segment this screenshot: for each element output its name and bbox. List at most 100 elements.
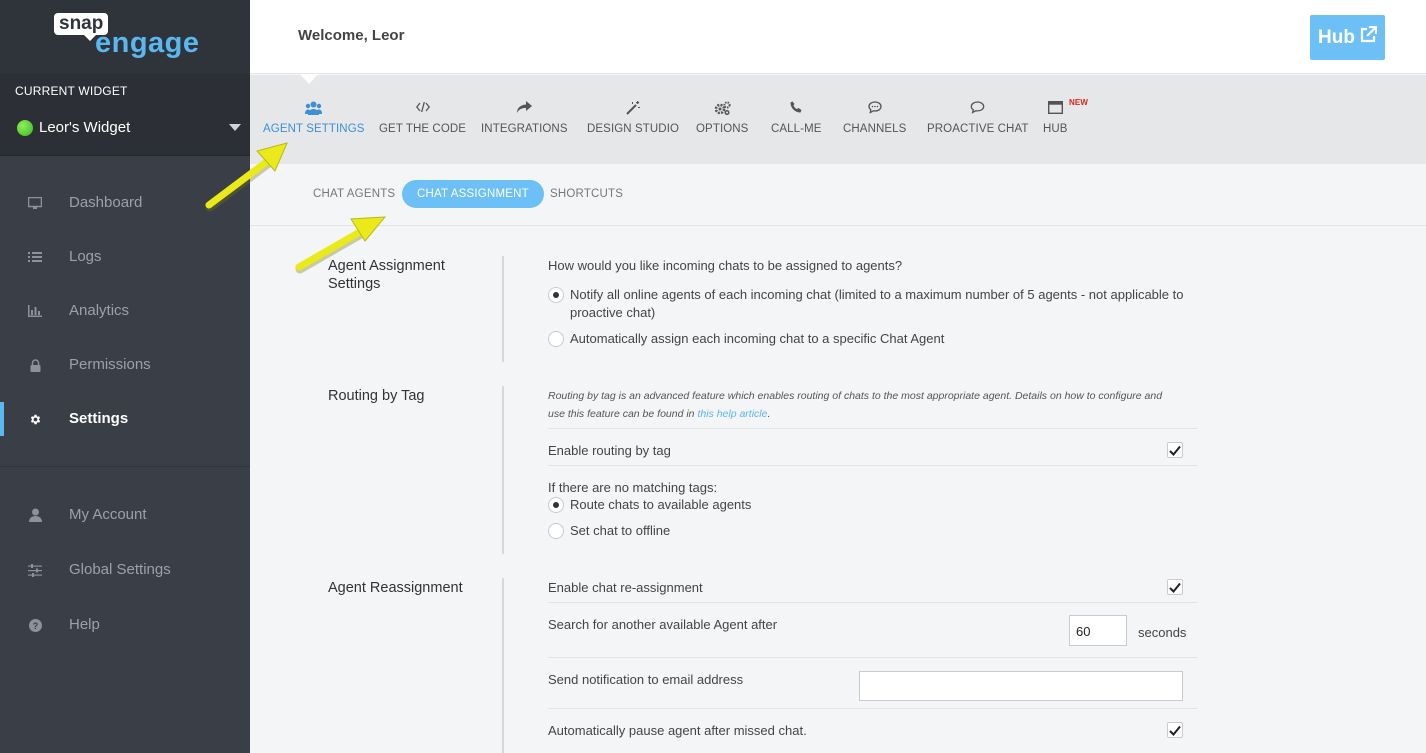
routing-option-set-offline[interactable]: Set chat to offline — [548, 522, 670, 540]
section-title-agent-reassignment: Agent Reassignment — [328, 580, 463, 596]
svg-text:?: ? — [32, 621, 38, 631]
assignment-option-notify-all[interactable]: Notify all online agents of each incomin… — [548, 286, 1184, 322]
welcome-text: Welcome, Leor — [298, 27, 405, 44]
section-divider — [502, 386, 504, 554]
active-tab-pointer — [300, 74, 318, 84]
sidebar-item-analytics[interactable]: Analytics — [0, 284, 250, 338]
tab-hub[interactable]: NEW HUB — [1043, 98, 1088, 135]
tab-label: INTEGRATIONS — [481, 123, 568, 135]
row-divider — [548, 602, 1197, 603]
help-text-line: use this feature can be found in — [548, 408, 698, 420]
sidebar: snap engage CURRENT WIDGET Leor's Widget… — [0, 0, 250, 753]
tab-agent-settings[interactable]: AGENT SETTINGS — [263, 101, 365, 135]
enable-routing-checkbox[interactable] — [1167, 442, 1183, 458]
row-divider — [548, 428, 1197, 429]
annotation-arrow-icon — [295, 216, 387, 274]
online-status-dot — [17, 119, 33, 136]
radio-button[interactable] — [548, 523, 564, 539]
subtab-chat-assignment[interactable]: CHAT ASSIGNMENT — [402, 180, 544, 208]
phone-icon — [771, 101, 822, 119]
top-header: Welcome, Leor Hub — [250, 0, 1426, 74]
tab-label: OPTIONS — [696, 123, 749, 135]
tab-options[interactable]: OPTIONS — [696, 101, 748, 135]
sidebar-item-my-account[interactable]: My Account — [0, 488, 250, 543]
account-nav: My Account Global Settings ? Help — [0, 488, 250, 653]
new-badge: NEW — [1069, 98, 1088, 107]
radio-button[interactable] — [548, 287, 564, 303]
help-icon: ? — [27, 617, 43, 633]
sidebar-item-label: Analytics — [69, 302, 130, 319]
sidebar-item-label: Permissions — [69, 356, 151, 373]
no-matching-tags-label: If there are no matching tags: — [548, 480, 718, 495]
widget-name: Leor's Widget — [39, 119, 131, 136]
reassign-seconds-input[interactable]: 60 — [1069, 615, 1127, 646]
current-widget-label: CURRENT WIDGET — [15, 84, 128, 98]
section-divider — [502, 256, 504, 362]
logo[interactable]: snap engage — [0, 0, 250, 74]
sidebar-item-logs[interactable]: Logs — [0, 230, 250, 284]
assignment-option-auto-assign[interactable]: Automatically assign each incoming chat … — [548, 330, 944, 348]
tab-label: PROACTIVE CHAT — [927, 123, 1029, 135]
annotation-arrow-icon — [205, 142, 288, 212]
tab-label: AGENT SETTINGS — [263, 123, 365, 135]
sidebar-item-permissions[interactable]: Permissions — [0, 338, 250, 392]
option-label-line: proactive chat) — [570, 305, 656, 320]
gears-icon — [696, 101, 748, 119]
auto-pause-checkbox[interactable] — [1167, 722, 1183, 738]
sidebar-item-label: Help — [69, 616, 100, 633]
sidebar-item-label: My Account — [69, 506, 147, 523]
assignment-question: How would you like incoming chats to be … — [548, 258, 903, 273]
help-article-link[interactable]: this help article — [697, 408, 767, 420]
tab-design-studio[interactable]: DESIGN STUDIO — [587, 101, 679, 135]
sidebar-item-label: Dashboard — [69, 194, 143, 211]
tab-label: DESIGN STUDIO — [587, 123, 680, 135]
sidebar-item-label: Global Settings — [69, 561, 171, 578]
row-divider — [548, 708, 1197, 709]
subtab-shortcuts[interactable]: SHORTCUTS — [550, 188, 623, 200]
tab-proactive-chat[interactable]: PROACTIVE CHAT — [927, 101, 1029, 135]
notification-email-input[interactable] — [859, 671, 1183, 701]
list-icon — [27, 249, 43, 265]
section-title-routing-by-tag: Routing by Tag — [328, 388, 425, 404]
sidebar-item-global-settings[interactable]: Global Settings — [0, 543, 250, 598]
tab-label: HUB — [1043, 123, 1068, 135]
tab-channels[interactable]: CHANNELS — [843, 101, 906, 135]
sidebar-item-label: Logs — [69, 248, 102, 265]
window-icon — [1043, 100, 1068, 119]
routing-option-route-available[interactable]: Route chats to available agents — [548, 496, 751, 514]
gear-icon — [27, 411, 43, 427]
sidebar-item-label: Settings — [69, 410, 129, 427]
check-icon — [1169, 445, 1181, 456]
tab-label: CALL-ME — [771, 123, 822, 135]
option-label: Notify all online agents of each incomin… — [570, 286, 1184, 322]
tab-get-the-code[interactable]: GET THE CODE — [379, 101, 466, 135]
notification-email-label: Send notification to email address — [548, 672, 744, 687]
enable-routing-label: Enable routing by tag — [548, 443, 671, 458]
sidebar-item-help[interactable]: ? Help — [0, 598, 250, 653]
help-text-suffix: . — [767, 408, 771, 420]
hub-button[interactable]: Hub — [1310, 15, 1385, 60]
subtab-chat-agents[interactable]: CHAT AGENTS — [313, 188, 395, 200]
row-divider — [548, 465, 1197, 466]
option-label: Set chat to offline — [570, 523, 671, 538]
option-label-line: Notify all online agents of each incomin… — [570, 287, 1184, 302]
main-nav: Dashboard Logs Analytics Permissions Set… — [0, 176, 250, 446]
external-link-icon — [1359, 25, 1378, 49]
radio-button[interactable] — [548, 331, 564, 347]
enable-reassignment-label: Enable chat re-assignment — [548, 580, 703, 595]
tab-label: CHANNELS — [843, 123, 907, 135]
check-icon — [1169, 725, 1181, 736]
radio-button[interactable] — [548, 497, 564, 513]
code-icon — [379, 101, 466, 119]
sidebar-item-settings[interactable]: Settings — [0, 392, 250, 446]
agent-settings-sub-tabs: CHAT AGENTS CHAT ASSIGNMENT SHORTCUTS — [250, 164, 1426, 226]
user-icon — [27, 507, 43, 523]
enable-reassignment-checkbox[interactable] — [1167, 579, 1183, 595]
caret-down-icon[interactable] — [229, 124, 241, 131]
tab-call-me[interactable]: CALL-ME — [771, 101, 822, 135]
section-divider — [502, 578, 504, 753]
search-agent-after-label: Search for another available Agent after — [548, 617, 778, 632]
share-icon — [481, 101, 568, 119]
speech-icon — [927, 101, 1029, 119]
tab-integrations[interactable]: INTEGRATIONS — [481, 101, 568, 135]
